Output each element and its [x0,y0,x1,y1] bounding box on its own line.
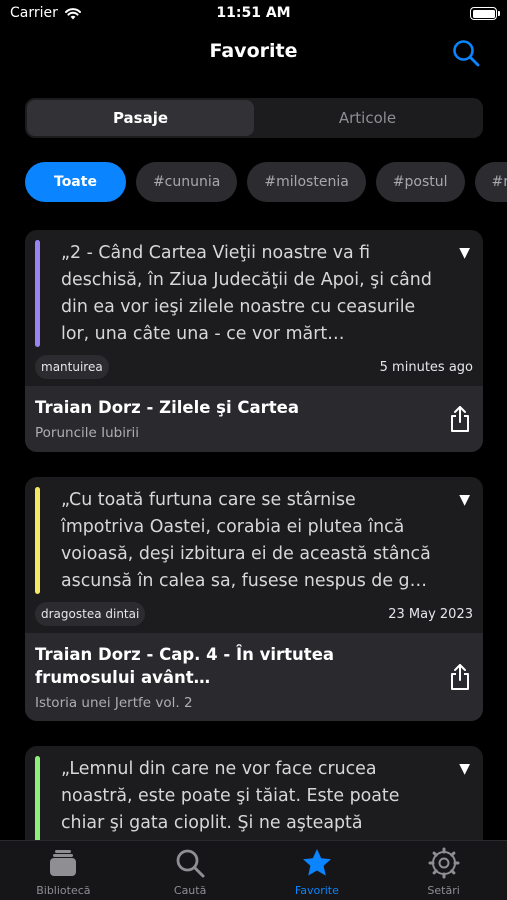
filter-chip[interactable]: #postul [375,162,465,202]
card-title: Traian Dorz - Cap. 4 - În virtutea frumo… [35,645,335,687]
card-source-section: Traian Dorz - Cap. 4 - În virtutea frumo… [25,633,483,721]
card-quote-section: „2 - Când Cartea Vieţii noastre va fi de… [25,230,483,348]
card-quote: „Lemnul din care ne vor face crucea noas… [61,759,400,833]
search-button[interactable] [451,38,481,68]
tab-label: Bibliotecă [36,884,91,897]
navigation-bar: Favorite [0,30,507,76]
card-tag[interactable]: dragostea dintai [35,602,146,626]
card-source-section: Traian Dorz - Zilele şi Cartea Poruncile … [25,386,483,452]
card-source: Poruncile Iubirii [35,425,140,441]
segment-articole[interactable]: Articole [254,100,481,136]
star-icon [301,847,333,884]
page-title: Favorite [209,40,298,62]
tab-bar: Bibliotecă Caută Favorite Setări [0,840,507,900]
card-meta-row: dragostea dintai 23 May 2023 [25,595,483,633]
card-title: Traian Dorz - Zilele şi Cartea [35,398,299,417]
filter-chips: Toate#cununia#milostenia#postul #ru [25,162,507,204]
status-bar: Carrier 11:51 AM [0,0,507,28]
card-date: 5 minutes ago [379,359,473,375]
tab-gear[interactable]: Setări [380,841,507,900]
accent-bar [35,240,40,347]
share-icon[interactable] [449,663,471,691]
tab-star[interactable]: Favorite [254,841,381,900]
filter-chip[interactable]: #ru [474,162,507,202]
segment-pasaje[interactable]: Pasaje [27,100,254,136]
favorite-card[interactable]: „Cu toată furtuna care se stârnise împot… [25,477,483,721]
expand-chevron-icon[interactable]: ▼ [459,761,470,777]
card-quote-section: „Cu toată furtuna care se stârnise împot… [25,477,483,595]
expand-chevron-icon[interactable]: ▼ [459,245,470,261]
expand-chevron-icon[interactable]: ▼ [459,492,470,508]
accent-bar [35,487,40,594]
card-source: Istoria unei Jertfe vol. 2 [35,695,193,711]
accent-bar [35,756,40,840]
filter-chip[interactable]: #milostenia [247,162,366,202]
gear-icon [428,847,460,884]
card-quote: „Cu toată furtuna care se stârnise împot… [61,490,431,591]
card-date: 23 May 2023 [388,606,473,622]
favorites-list: „2 - Când Cartea Vieţii noastre va fi de… [25,230,483,840]
filter-chip[interactable]: Toate [25,162,126,202]
tab-label: Favorite [294,884,339,897]
status-time: 11:51 AM [216,5,291,21]
card-tag[interactable]: mantuirea [35,355,109,379]
favorite-card[interactable]: „Lemnul din care ne vor face crucea noas… [25,746,483,840]
card-quote-section: „Lemnul din care ne vor face crucea noas… [25,746,483,840]
search-icon [174,847,206,884]
segmented-control: Pasaje Articole [25,98,483,138]
tab-library[interactable]: Bibliotecă [0,841,127,900]
favorite-card[interactable]: „2 - Când Cartea Vieţii noastre va fi de… [25,230,483,452]
library-icon [47,847,79,884]
tab-search[interactable]: Caută [127,841,254,900]
card-quote: „2 - Când Cartea Vieţii noastre va fi de… [61,243,432,344]
filter-chip[interactable]: #cununia [135,162,238,202]
battery-icon [470,7,500,20]
card-meta-row: mantuirea 5 minutes ago [25,348,483,386]
share-icon[interactable] [449,405,471,433]
tab-label: Setări [427,884,460,897]
tab-label: Caută [173,884,207,897]
